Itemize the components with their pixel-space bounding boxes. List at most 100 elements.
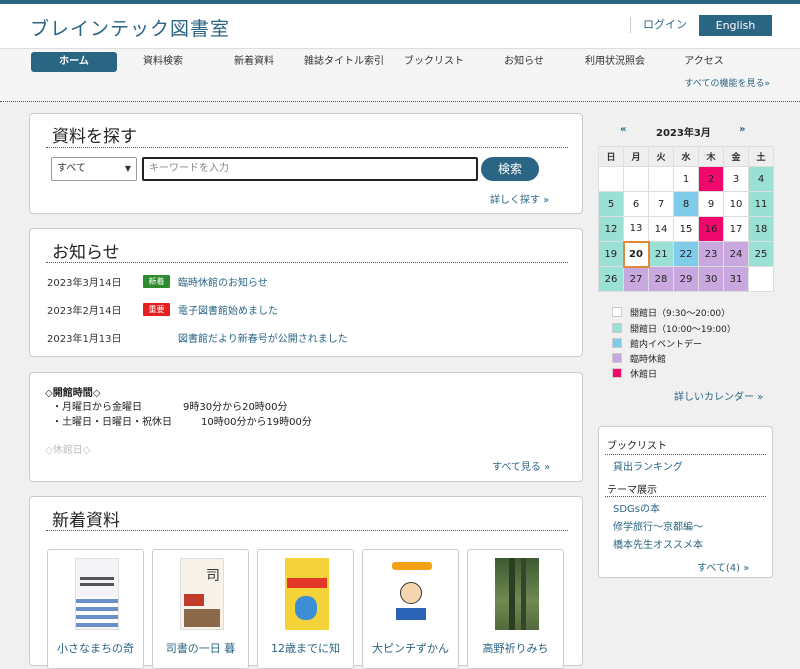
calendar-day: 17 [723,216,749,242]
all-features-link[interactable]: すべての機能を見る» [684,76,770,89]
news-date: 2023年2月14日 [47,306,122,317]
book-card[interactable]: 高野祈りみち [467,549,564,669]
legend-swatch [612,353,622,363]
calendar-day: 3 [723,166,749,192]
book-cover: 司 [180,558,224,630]
news-link[interactable]: 電子図書館始めました [178,302,278,317]
calendar-prev-button[interactable]: « [620,124,626,135]
weekday-tue: 火 [648,146,674,167]
nav-usage[interactable]: 利用状況照会 [574,52,656,72]
news-link[interactable]: 臨時休館のお知らせ [178,274,268,289]
calendar-day: 29 [673,266,699,292]
new-items-title: 新着資料 [52,511,120,531]
theme-heading: テーマ展示 [607,485,657,496]
calendar-day: 18 [748,216,774,242]
book-card[interactable]: 司 司書の一日 暮 [152,549,249,669]
book-cover [495,558,539,630]
book-cover [75,558,119,630]
weekday-sun: 日 [598,146,624,167]
book-card[interactable]: 小さなまちの奇 [47,549,144,669]
calendar-day: 24 [723,241,749,267]
search-category-select[interactable]: すべて ▼ [51,157,137,181]
weekday-thu: 木 [698,146,724,167]
calendar-empty [648,166,674,192]
calendar-detail-link[interactable]: 詳しいカレンダー » [674,388,763,403]
all-themes-link[interactable]: すべて(4) » [697,559,749,574]
divider [605,454,766,455]
search-button[interactable]: 検索 [481,157,539,181]
nav-news[interactable]: お知らせ [484,52,564,72]
search-input[interactable]: キーワードを入力 [142,157,478,181]
calendar-month: 2023年3月 [656,128,711,139]
calendar-day: 12 [598,216,624,242]
calendar-empty [598,166,624,192]
news-date: 2023年1月13日 [47,334,122,345]
calendar-header: « 2023年3月 » [598,124,772,140]
calendar-day: 5 [598,191,624,217]
legend-temp-closed: 臨時休館 [612,352,666,365]
calendar-day: 6 [623,191,649,217]
news-date: 2023年3月14日 [47,278,122,289]
calendar-day: 21 [648,241,674,267]
english-button[interactable]: English [699,15,772,36]
calendar-day: 8 [673,191,699,217]
calendar-day: 16 [698,216,724,242]
calendar-day: 9 [698,191,724,217]
nav-search[interactable]: 資料検索 [122,52,204,72]
theme-item[interactable]: SDGsの本 [613,500,660,515]
calendar-grid: 日 月 火 水 木 金 土 1 2 3 4 5 6 7 8 9 10 11 12… [598,146,774,292]
calendar-day: 28 [648,266,674,292]
legend-swatch [612,368,622,378]
booklist-item[interactable]: 貸出ランキング [613,458,683,473]
calendar-next-button[interactable]: » [739,124,745,135]
calendar-day: 14 [648,216,674,242]
theme-item[interactable]: 修学旅行〜京都編〜 [613,518,703,533]
important-badge: 重要 [143,303,170,316]
booklist-panel: ブックリスト 貸出ランキング テーマ展示 SDGsの本 修学旅行〜京都編〜 橋本… [598,426,773,578]
search-title: 資料を探す [52,127,137,147]
news-link[interactable]: 図書館だより新春号が公開されました [178,330,348,345]
book-title: 大ピンチずかん [372,642,449,655]
book-title: 司書の一日 暮 [165,642,236,655]
calendar-day: 10 [723,191,749,217]
legend-closed: 休館日 [612,367,657,380]
news-title: お知らせ [52,243,120,263]
site-header: ブレインテック図書室 ログイン English [0,4,800,48]
nav-home[interactable]: ホーム [31,52,117,72]
weekday-sat: 土 [748,146,774,167]
calendar-day: 22 [673,241,699,267]
calendar-day: 13 [623,216,649,242]
calendar-day: 27 [623,266,649,292]
login-link[interactable]: ログイン [630,17,687,33]
chevron-down-icon: ▼ [124,164,131,173]
legend-swatch [612,323,622,333]
calendar-day: 26 [598,266,624,292]
book-title: 小さなまちの奇 [57,642,134,655]
advanced-search-link[interactable]: 詳しく探す » [490,191,549,206]
calendar-day: 23 [698,241,724,267]
site-title[interactable]: ブレインテック図書室 [30,14,230,41]
calendar-day: 30 [698,266,724,292]
calendar-day: 4 [748,166,774,192]
nav-magazine[interactable]: 雑誌タイトル索引 [300,52,388,72]
see-all-link[interactable]: すべて見る » [492,458,550,473]
nav-new[interactable]: 新着資料 [213,52,295,72]
calendar-day: 19 [598,241,624,267]
hours-heading: ◇開館時間◇ [45,388,101,399]
book-cover [390,558,434,630]
theme-item[interactable]: 橋本先生オススメ本 [613,536,703,551]
calendar-empty [748,266,774,292]
global-nav: ホーム 資料検索 新着資料 雑誌タイトル索引 ブックリスト お知らせ 利用状況照… [0,48,800,102]
divider [605,496,766,497]
calendar-today: 20 [622,240,650,268]
book-card[interactable]: 12歳までに知 [257,549,354,669]
weekday-fri: 金 [723,146,749,167]
calendar-day: 31 [723,266,749,292]
hours-panel: ◇開館時間◇ ・月曜日から金曜日 9時30分から20時00分 ・土曜日・日曜日・… [29,372,583,482]
nav-booklist[interactable]: ブックリスト [394,52,474,72]
hours-weekend: ・土曜日・日曜日・祝休日 [52,417,172,428]
book-card[interactable]: 大ピンチずかん [362,549,459,669]
nav-access[interactable]: アクセス [664,52,744,72]
weekday-wed: 水 [673,146,699,167]
calendar-empty [623,166,649,192]
